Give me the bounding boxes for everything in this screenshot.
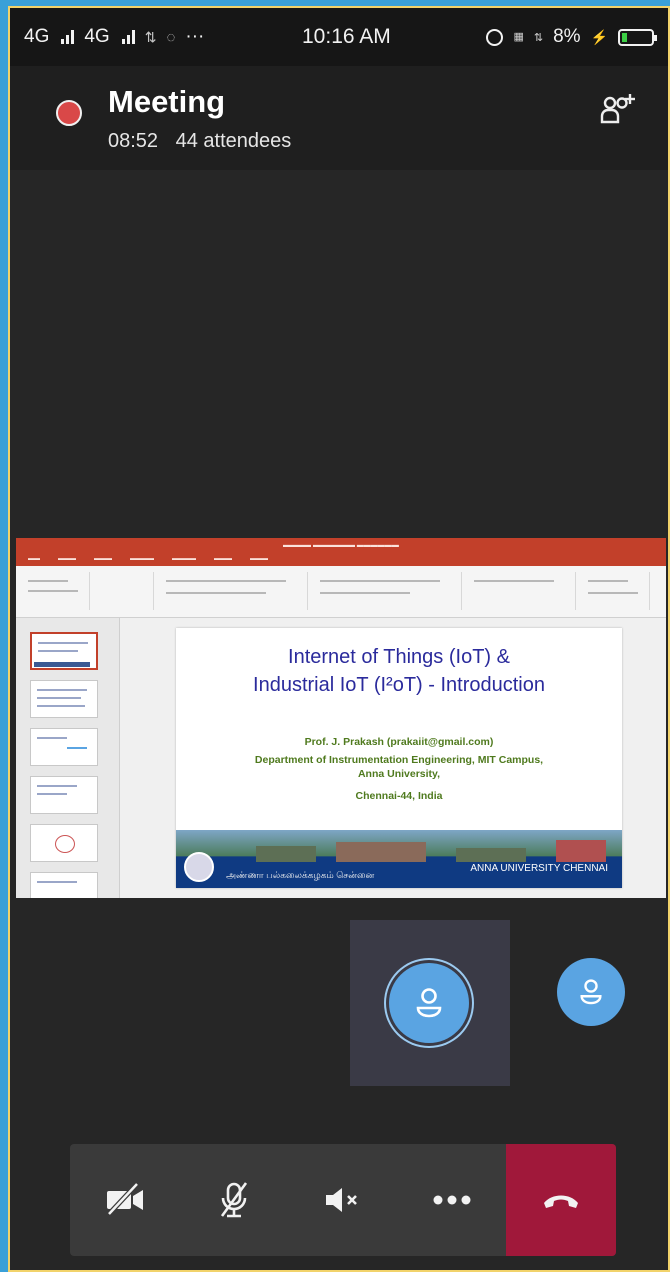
- ppt-ribbon: [16, 566, 666, 618]
- signal-icon: [121, 30, 135, 44]
- speaker-off-icon: [325, 1188, 357, 1212]
- ppt-ribbon-tabs: ▬▬ ▬▬▬ ▬▬▬ ▬▬▬▬ ▬▬▬▬ ▬▬▬ ▬▬▬: [16, 552, 666, 566]
- current-slide: Internet of Things (IoT) & Industrial Io…: [176, 628, 622, 888]
- status-bar: 4G 4G ⇅ ◌ ··· 10:16 AM ▦ ⇅ 8% ⚡: [10, 8, 668, 66]
- charging-icon: ⚡: [590, 28, 608, 45]
- ppt-tab: ▬▬▬: [214, 556, 232, 562]
- slide-thumbnail[interactable]: [30, 824, 98, 862]
- network-1-label: 4G: [24, 26, 50, 47]
- ppt-titlebar: ▬▬▬▬ ▬▬▬▬▬▬ ▬▬▬▬▬▬: [16, 538, 666, 552]
- signal-4g-icon: ⇅: [533, 31, 544, 44]
- person-icon: [416, 988, 442, 1018]
- ppt-tab: ▬▬▬: [58, 556, 76, 562]
- speaker-button[interactable]: [288, 1144, 397, 1256]
- ppt-window-title: ▬▬▬▬ ▬▬▬▬▬▬ ▬▬▬▬▬▬: [283, 541, 399, 549]
- more-icon: [433, 1195, 470, 1205]
- participant-avatar[interactable]: [557, 958, 625, 1026]
- status-left: 4G 4G ⇅ ◌ ···: [24, 26, 294, 48]
- whatsapp-icon: ◌: [166, 28, 176, 46]
- slide-thumbnails[interactable]: [16, 618, 120, 898]
- volte-icon: ▦: [513, 31, 524, 43]
- ppt-tab: ▬▬: [28, 556, 40, 562]
- phone-screen: 4G 4G ⇅ ◌ ··· 10:16 AM ▦ ⇅ 8% ⚡ Meeting …: [8, 6, 670, 1272]
- battery-icon: [618, 28, 657, 46]
- camera-off-icon: [106, 1182, 143, 1216]
- self-video-tile[interactable]: [350, 920, 510, 1086]
- slide-city: Chennai-44, India: [355, 790, 443, 802]
- slide-department: Department of Instrumentation Engineerin…: [254, 754, 544, 766]
- overflow-icon: ···: [185, 26, 205, 47]
- ppt-tab: ▬▬▬: [94, 556, 112, 562]
- camera-toggle-button[interactable]: [70, 1144, 179, 1256]
- self-avatar[interactable]: [389, 963, 469, 1043]
- add-people-icon: [600, 94, 635, 124]
- slide-university: Anna University,: [357, 768, 441, 780]
- mute-button[interactable]: [179, 1144, 288, 1256]
- recording-indicator: [56, 100, 82, 126]
- ppt-tab: ▬▬▬▬: [172, 556, 196, 562]
- ppt-tab: ▬▬▬▬: [130, 556, 154, 562]
- hang-up-button[interactable]: [506, 1144, 616, 1256]
- call-controls: [70, 1144, 616, 1256]
- slide-author: Prof. J. Prakash (prakaiit@gmail.com): [304, 736, 494, 748]
- more-options-button[interactable]: [397, 1144, 506, 1256]
- slide-thumbnail[interactable]: [30, 776, 98, 814]
- ppt-tab: ▬▬▬: [250, 556, 268, 562]
- data-activity-icon: ⇅: [144, 28, 157, 45]
- meeting-header: Meeting 08:52 44 attendees: [10, 66, 668, 170]
- banner-tamil-text: அண்ணா பல்கலைக்கழகம் சென்னை: [226, 870, 375, 880]
- alarm-icon: [486, 28, 504, 46]
- person-icon: [580, 979, 602, 1005]
- slide-thumbnail[interactable]: [30, 680, 98, 718]
- banner-university-name: ANNA UNIVERSITY CHENNAI: [470, 863, 608, 874]
- attendee-count[interactable]: 44 attendees: [176, 130, 292, 152]
- meeting-info: 08:52 44 attendees: [108, 130, 291, 153]
- add-people-button[interactable]: [598, 92, 638, 136]
- mic-off-icon: [220, 1182, 247, 1218]
- slide-thumbnail[interactable]: [30, 728, 98, 766]
- slide-banner: அண்ணா பல்கலைக்கழகம் சென்னை ANNA UNIVERSI…: [176, 830, 622, 888]
- network-2-label: 4G: [84, 26, 110, 47]
- university-emblem: [184, 852, 214, 882]
- slide-thumbnail[interactable]: [30, 632, 98, 670]
- shared-screen[interactable]: ▬▬▬▬ ▬▬▬▬▬▬ ▬▬▬▬▬▬ ▬▬ ▬▬▬ ▬▬▬ ▬▬▬▬ ▬▬▬▬ ▬▬▬ ▬▬…: [16, 538, 666, 898]
- status-time: 10:16 AM: [302, 25, 391, 48]
- status-right: ▦ ⇅ 8% ⚡: [486, 26, 657, 48]
- hang-up-icon: [544, 1195, 578, 1208]
- battery-percent: 8%: [553, 26, 581, 47]
- meeting-title: Meeting: [108, 84, 226, 119]
- slide-title-line1: Internet of Things (IoT) &: [288, 646, 510, 668]
- signal-icon: [61, 30, 75, 44]
- meeting-duration: 08:52: [108, 130, 159, 152]
- slide-thumbnail[interactable]: [30, 872, 98, 898]
- slide-title-line2: Industrial IoT (I²oT) - Introduction: [253, 674, 545, 696]
